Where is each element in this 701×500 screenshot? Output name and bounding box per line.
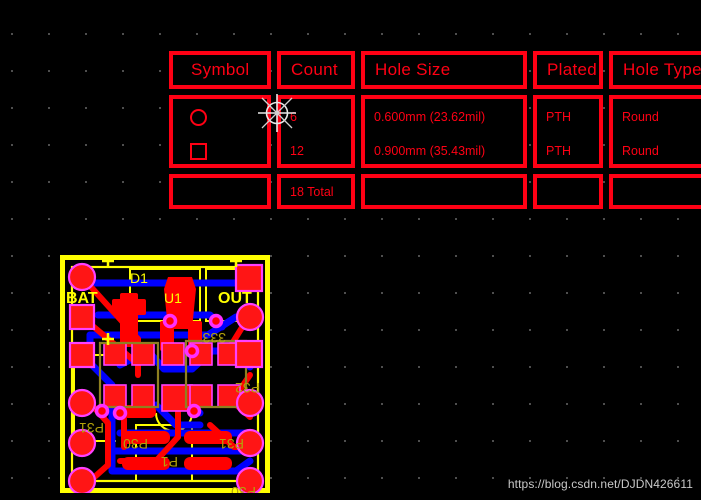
label-out: OUT [218, 290, 252, 307]
table-header-cell-plated: Plated [533, 51, 603, 89]
table-cell-hole-sizes: 0.600mm (23.62mil) 0.900mm (35.43mil) [361, 95, 527, 168]
count-value-row1: 6 [290, 110, 297, 124]
hole-type-value-row2: Round [622, 144, 659, 158]
table-header-cell-hole-type: Hole Type [609, 51, 701, 89]
table-cell-plated: PTH PTH [533, 95, 603, 168]
blog-watermark: https://blog.csdn.net/DJDN426611 [507, 477, 693, 491]
table-total-cell-hole-size [361, 174, 527, 209]
count-value-row2: 12 [290, 144, 304, 158]
hole-type-value-row1: Round [622, 110, 659, 124]
drill-drawing-table[interactable]: Symbol Count Hole Size Plated Hole Type … [164, 46, 701, 209]
table-header-cell-hole-size: Hole Size [361, 51, 527, 89]
label-p30: P30 [123, 436, 148, 452]
table-header-cell-count: Count [277, 51, 355, 89]
label-d1: D1 [130, 270, 148, 286]
table-cell-symbols [169, 95, 271, 168]
table-total-cell-count: 18 Total [277, 174, 355, 209]
pcb-cad-canvas[interactable]: Symbol Count Hole Size Plated Hole Type … [0, 0, 701, 500]
plated-value-row2: PTH [546, 144, 571, 158]
hole-size-value-row1: 0.600mm (23.62mil) [374, 110, 486, 124]
table-cell-counts: 6 12 [277, 95, 355, 168]
total-count-value: 18 Total [290, 184, 334, 199]
column-header-hole-size: Hole Size [375, 60, 451, 79]
table-total-cell-plated [533, 174, 603, 209]
plated-value-row1: PTH [546, 110, 571, 124]
label-333: 333 [202, 330, 226, 346]
table-total-cell-hole-type [609, 174, 701, 209]
pcb-board-layout[interactable]: BAT OUT D1 U1 333 P32 P31 P30 P31 P30 P1 [60, 255, 270, 493]
label-p32: P32 [235, 380, 260, 396]
column-header-plated: Plated [547, 60, 598, 79]
column-header-symbol: Symbol [191, 60, 250, 79]
column-header-hole-type: Hole Type [623, 60, 701, 79]
label-u1: U1 [164, 290, 182, 306]
label-p30-right: P30 [231, 484, 256, 493]
column-header-count: Count [291, 60, 338, 79]
hole-size-value-row2: 0.900mm (35.43mil) [374, 144, 486, 158]
table-total-cell-symbol [169, 174, 271, 209]
label-p31-right: P31 [219, 436, 244, 452]
label-p1: P1 [161, 454, 178, 470]
table-header-cell-symbol: Symbol [169, 51, 271, 89]
label-bat: BAT [66, 290, 98, 307]
circle-symbol-icon [190, 109, 207, 126]
table-cell-hole-types: Round Round [609, 95, 701, 168]
square-symbol-icon [190, 143, 207, 160]
label-p31: P31 [79, 420, 104, 436]
